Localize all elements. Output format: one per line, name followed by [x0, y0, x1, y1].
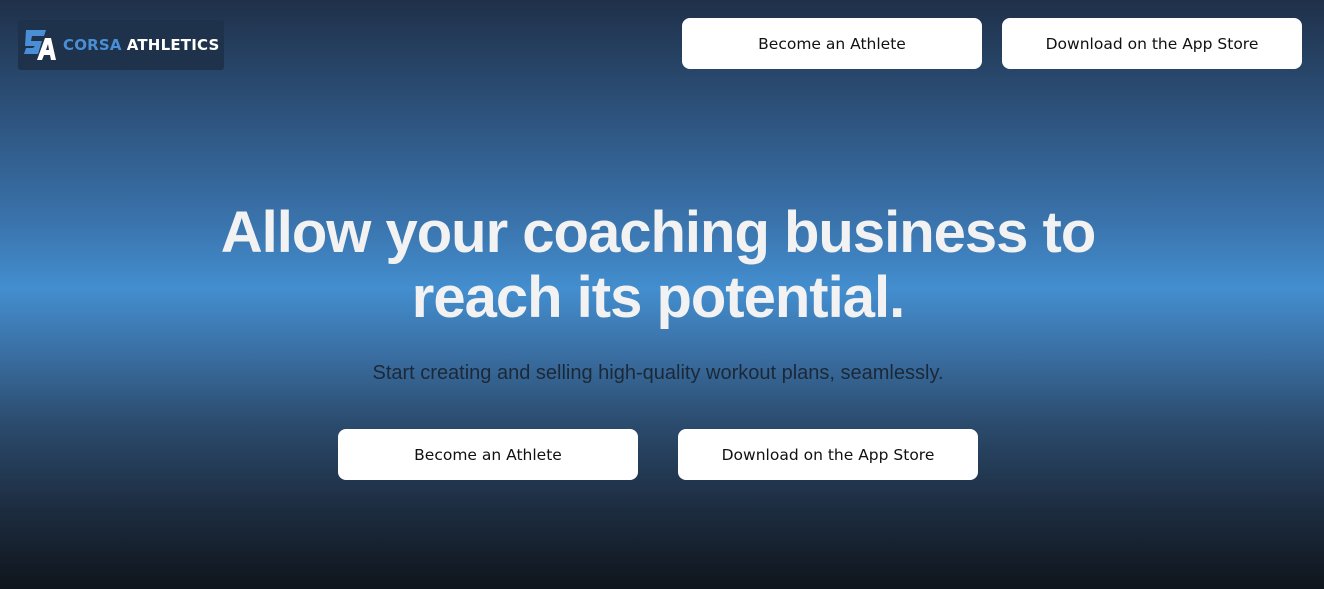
nav-app-store-button[interactable]: Download on the App Store [1002, 18, 1302, 69]
hero-title-line-1: Allow your coaching business to [220, 200, 1097, 265]
hero-app-store-button[interactable]: Download on the App Store [678, 429, 978, 480]
brand-logo[interactable]: CORSA ATHLETICS [18, 20, 224, 70]
brand-word-corsa: CORSA [63, 36, 122, 54]
hero-subtitle: Start creating and selling high-quality … [372, 362, 944, 384]
brand-name: CORSA ATHLETICS [63, 36, 219, 54]
hero-title-line-2: reach its potential. [411, 265, 905, 330]
nav-become-athlete-button[interactable]: Become an Athlete [682, 18, 982, 69]
hero-become-athlete-button[interactable]: Become an Athlete [338, 429, 638, 480]
corsa-athletics-logo-icon [24, 30, 56, 60]
brand-word-athletics: ATHLETICS [126, 36, 220, 54]
hero-title: Allow your coaching business to reach it… [150, 200, 1166, 330]
